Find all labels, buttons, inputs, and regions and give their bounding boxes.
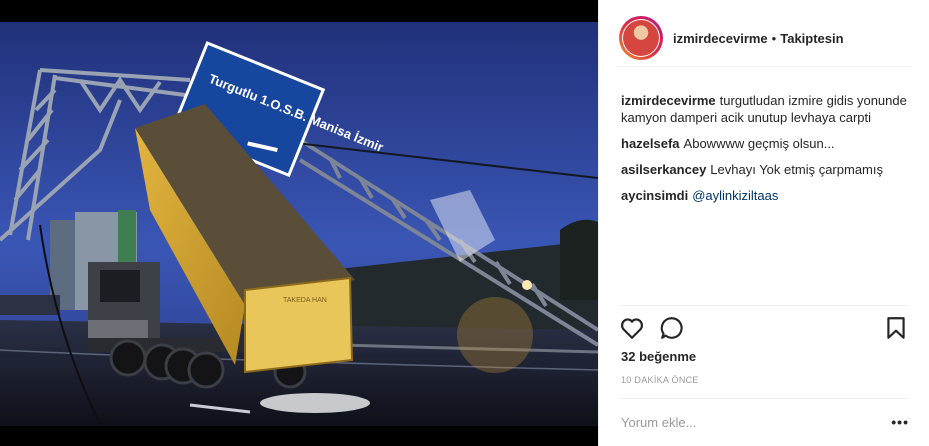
more-options-icon[interactable]: ••• [891,414,909,430]
comment-item: aycinsimdi @aylinkiziltaas [621,187,909,204]
comment-text: Abowwww geçmiş olsun... [683,136,835,151]
heart-icon[interactable] [619,315,645,341]
divider [619,398,909,399]
comment-item: asilserkancey Levhayı Yok etmiş çarpmamış [621,161,909,178]
follow-status-button[interactable]: Takiptesin [780,31,843,46]
post-timestamp[interactable]: 10 DAKİKA ÖNCE [621,375,699,385]
accident-photo-illustration: Turgutlu 1.O.S.B. Manisa İzmir TAKEDA HA… [0,0,598,446]
comment-username[interactable]: asilserkancey [621,162,706,177]
avatar[interactable] [619,16,663,60]
bookmark-icon[interactable] [883,315,909,341]
action-bar [619,315,909,341]
avatar-image [623,20,659,56]
comments-list: izmirdecevirme turgutludan izmire gidis y… [621,92,909,213]
instagram-post: Turgutlu 1.O.S.B. Manisa İzmir TAKEDA HA… [0,0,929,446]
post-header: izmirdecevirme • Takiptesin [619,10,909,67]
post-sidebar: izmirdecevirme • Takiptesin izmirdecevirme… [598,0,929,446]
post-photo[interactable]: Turgutlu 1.O.S.B. Manisa İzmir TAKEDA HA… [0,0,598,446]
header-username[interactable]: izmirdecevirme [673,31,768,46]
divider [619,305,909,306]
truck-logo-text: TAKEDA HAN [283,297,327,304]
caption: izmirdecevirme turgutludan izmire gidis y… [621,92,909,126]
likes-count[interactable]: 32 beğenme [621,349,696,364]
comment-text: Levhayı Yok etmiş çarpmamış [710,162,883,177]
comment-mention-link[interactable]: @aylinkiziltaas [692,188,778,203]
comment-item: hazelsefa Abowwww geçmiş olsun... [621,135,909,152]
comment-icon[interactable] [659,315,685,341]
caption-username[interactable]: izmirdecevirme [621,93,716,108]
add-comment-area: Yorum ekle... ••• [621,412,909,432]
comment-username[interactable]: hazelsefa [621,136,680,151]
comment-username[interactable]: aycinsimdi [621,188,688,203]
separator-dot: • [771,30,777,46]
comment-input[interactable]: Yorum ekle... [621,415,696,430]
